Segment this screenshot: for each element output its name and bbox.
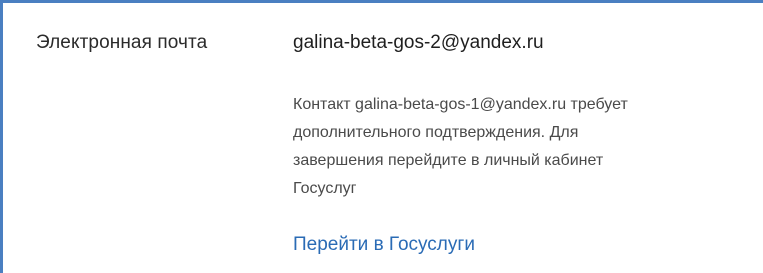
notice-line: завершения перейдите в личный кабинет	[293, 152, 604, 169]
verification-notice: Контакт galina-beta-gos-1@yandex.ru треб…	[293, 91, 761, 203]
notice-line: Контакт galina-beta-gos-1@yandex.ru треб…	[293, 96, 628, 113]
notice-line: дополнительного подтверждения. Для	[293, 124, 579, 141]
notice-line: Госуслуг	[293, 180, 357, 197]
email-field-label: Электронная почта	[36, 32, 208, 53]
email-contact-panel: Электронная почта galina-beta-gos-2@yand…	[0, 0, 763, 273]
go-to-gosuslugi-link[interactable]: Перейти в Госуслуги	[293, 234, 475, 256]
email-field-value: galina-beta-gos-2@yandex.ru	[293, 32, 544, 53]
